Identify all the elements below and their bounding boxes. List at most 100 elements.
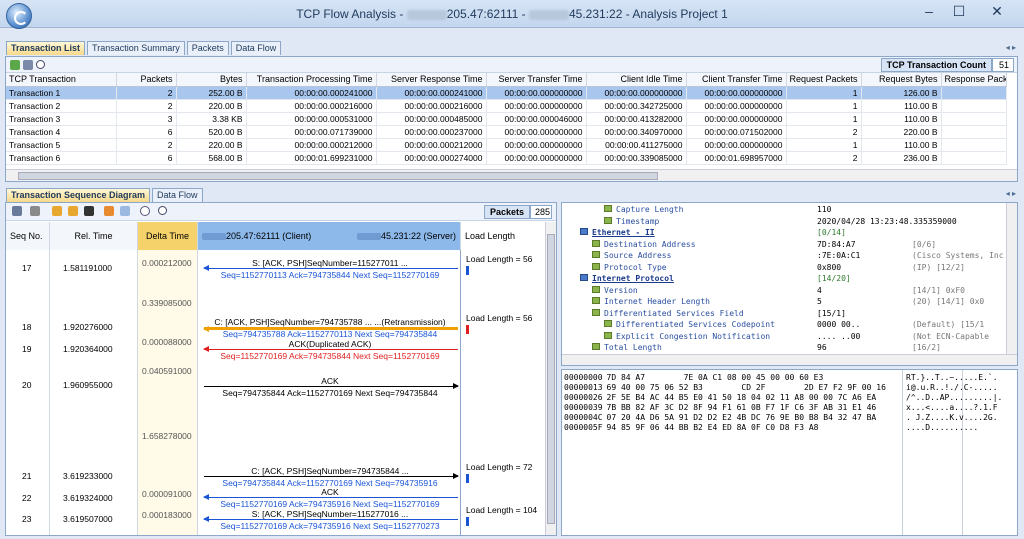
tab-data-flow-lower[interactable]: Data Flow [152, 188, 203, 202]
detail-row[interactable]: Version 4 [14/1] 0xF0 [562, 285, 1007, 297]
packet-summary[interactable]: S: [ACK, PSH]SeqNumber=115277016 ... [202, 509, 458, 519]
header-delta-time[interactable]: Delta Time [138, 222, 198, 250]
packet-arrow[interactable] [203, 516, 458, 522]
indent-list-icon[interactable] [68, 206, 78, 216]
scrollbar-thumb[interactable] [547, 234, 555, 524]
tab-transaction-sequence-diagram[interactable]: Transaction Sequence Diagram [6, 188, 151, 202]
detail-row[interactable]: Capture Length 110 [562, 205, 1007, 216]
field-icon [604, 320, 612, 327]
hex-line: 0000004C 07 20 4A D6 5A 91 D2 D2 E2 4B DC… [564, 413, 876, 423]
table-cell: 6 [116, 151, 177, 165]
field-icon [592, 343, 600, 350]
table-row[interactable]: Transaction 6 6 568.00 B 00:00:01.699231000… [6, 151, 1007, 165]
hex-icon[interactable] [84, 206, 94, 216]
packet-summary[interactable]: S: [ACK, PSH]SeqNumber=115277011 ... [202, 258, 458, 268]
packet-summary[interactable]: C: [ACK, PSH]SeqNumber=794735844 ... [202, 466, 458, 476]
detail-row[interactable]: Ethernet - II [0/14] [562, 228, 1007, 239]
detail-field-name: Differentiated Services Field [604, 308, 744, 318]
table-row[interactable]: Transaction 3 3 3.38 KB 00:00:00.000531000 0… [6, 112, 1007, 126]
transaction-list-panel: TCP Transaction Count 51 TCP Transaction… [5, 56, 1018, 182]
scrollbar-thumb[interactable] [18, 172, 658, 180]
table-row[interactable]: Transaction 1 2 252.00 B 00:00:00.000241000… [6, 86, 1007, 100]
detail-row[interactable]: Internet Protocol [14/20] [562, 274, 1007, 285]
delta-time: 0.339085000 [142, 298, 192, 308]
hex-ascii: . J.Z....K.v....2G. [906, 413, 998, 422]
table-cell: 00:00:00.071502000 [686, 125, 787, 139]
packet-arrow[interactable] [203, 265, 458, 271]
header-seq-no[interactable]: Seq No. [6, 222, 50, 250]
packet-arrow[interactable] [203, 494, 458, 500]
detail-row[interactable]: Destination Address 7D:84:A7 [0/6] [562, 239, 1007, 251]
highlight-icon[interactable] [104, 206, 114, 216]
hex-line: 0000005F 94 85 9F 06 44 BB B2 E4 ED 8A 0F… [564, 423, 818, 433]
settings-icon[interactable] [12, 206, 22, 216]
column-header[interactable]: Transaction Processing Time [246, 73, 377, 87]
table-cell: 00:00:00.000212000 [246, 138, 377, 152]
detail-row[interactable]: Timestamp 2020/04/28 13:23:48.335359000 [562, 216, 1007, 228]
table-cell: 00:00:00.413282000 [586, 112, 687, 126]
header-load-length[interactable]: Load Length [461, 222, 547, 250]
detail-row[interactable]: Differentiated Services Codepoint 0000 00… [562, 320, 1007, 331]
packet-arrow[interactable] [204, 473, 459, 479]
hex-ascii: x...<....a....?.1.F [906, 403, 998, 412]
detail-row[interactable]: Protocol Type 0x800 (IP) [12/2] [562, 262, 1007, 274]
packet-summary[interactable]: C: [ACK, PSH]SeqNumber=794735788 ... ...… [202, 317, 458, 327]
column-header[interactable]: Bytes [176, 73, 247, 87]
detail-vertical-scrollbar[interactable] [1006, 203, 1017, 356]
detail-row[interactable]: Internet Header Length 5 (20) [14/1] 0x0 [562, 297, 1007, 308]
detail-row[interactable]: Source Address:7E:0A:C1 (Cisco Systems, I… [562, 251, 1007, 262]
print-icon[interactable] [23, 60, 33, 70]
tab-packets[interactable]: Packets [186, 41, 229, 55]
table-cell: 00:00:00.340970000 [586, 125, 687, 139]
detail-field-name: Capture Length [616, 205, 684, 214]
column-header[interactable]: Packets [116, 73, 177, 87]
clock-icon[interactable] [140, 206, 150, 216]
detail-row[interactable]: Explicit Congestion Notification .... ..0… [562, 331, 1007, 343]
detail-field-name: Version [604, 285, 638, 295]
packet-seq-info: Seq=794735788 Ack=1152770113 Next Seq=79… [222, 329, 438, 339]
tab-data-flow[interactable]: Data Flow [230, 41, 282, 55]
table-cell: 00:00:00.000241000 [376, 86, 487, 100]
packet-summary[interactable]: ACK(Duplicated ACK) [202, 339, 458, 349]
search-icon[interactable] [36, 60, 45, 69]
column-header[interactable]: Response Pack [941, 73, 1007, 87]
table-cell: 00:00:00.411275000 [586, 138, 687, 152]
column-header[interactable]: Request Bytes [861, 73, 942, 87]
packet-arrow[interactable] [204, 383, 459, 389]
table-row[interactable]: Transaction 2 2 220.00 B 00:00:00.000216000… [6, 99, 1007, 113]
column-header[interactable]: TCP Transaction [6, 73, 117, 87]
column-header[interactable]: Server Transfer Time [486, 73, 587, 87]
copy-icon[interactable] [120, 206, 130, 216]
export-icon[interactable] [10, 60, 20, 70]
detail-row[interactable]: Total Length 96 [16/2] [562, 343, 1007, 354]
tab-transaction-summary[interactable]: Transaction Summary [87, 41, 185, 55]
lower-tab-scroll-arrows-icon[interactable]: ◂ ▸ [1006, 189, 1016, 198]
table-cell: 00:00:00.000485000 [376, 112, 487, 126]
table-cell: 00:00:00.000212000 [376, 138, 487, 152]
tab-transaction-list[interactable]: Transaction List [6, 41, 86, 55]
packet-arrow[interactable] [203, 346, 458, 352]
detail-row[interactable]: Differentiated Services Field [15/1] [562, 308, 1007, 320]
header-rel-time[interactable]: Rel. Time [50, 222, 138, 250]
detail-horizontal-scrollbar[interactable] [562, 354, 1017, 365]
table-cell: Transaction 1 [6, 86, 117, 100]
transaction-horizontal-scrollbar[interactable] [6, 169, 1017, 181]
list-icon[interactable] [52, 206, 62, 216]
close-button[interactable]: ✕ [976, 3, 1018, 21]
packet-summary[interactable]: ACK [202, 376, 458, 386]
maximize-button[interactable]: ☐ [946, 3, 972, 21]
filter-icon[interactable] [30, 206, 40, 216]
minimize-button[interactable]: – [916, 3, 942, 21]
tab-scroll-arrows-icon[interactable]: ◂ ▸ [1006, 43, 1016, 52]
column-header[interactable]: Client Idle Time [586, 73, 687, 87]
packet-summary[interactable]: ACK [202, 487, 458, 497]
sequence-vertical-scrollbar[interactable] [545, 222, 556, 535]
column-header[interactable]: Client Transfer Time [686, 73, 787, 87]
column-header[interactable]: Server Response Time [376, 73, 487, 87]
table-row[interactable]: Transaction 4 6 520.00 B 00:00:00.071739000… [6, 125, 1007, 139]
table-row[interactable]: Transaction 5 2 220.00 B 00:00:00.000212000… [6, 138, 1007, 152]
zoom-icon[interactable] [158, 206, 167, 215]
table-cell: 568.00 B [176, 151, 247, 165]
detail-field-name: Destination Address [604, 239, 696, 249]
column-header[interactable]: Request Packets [786, 73, 862, 87]
